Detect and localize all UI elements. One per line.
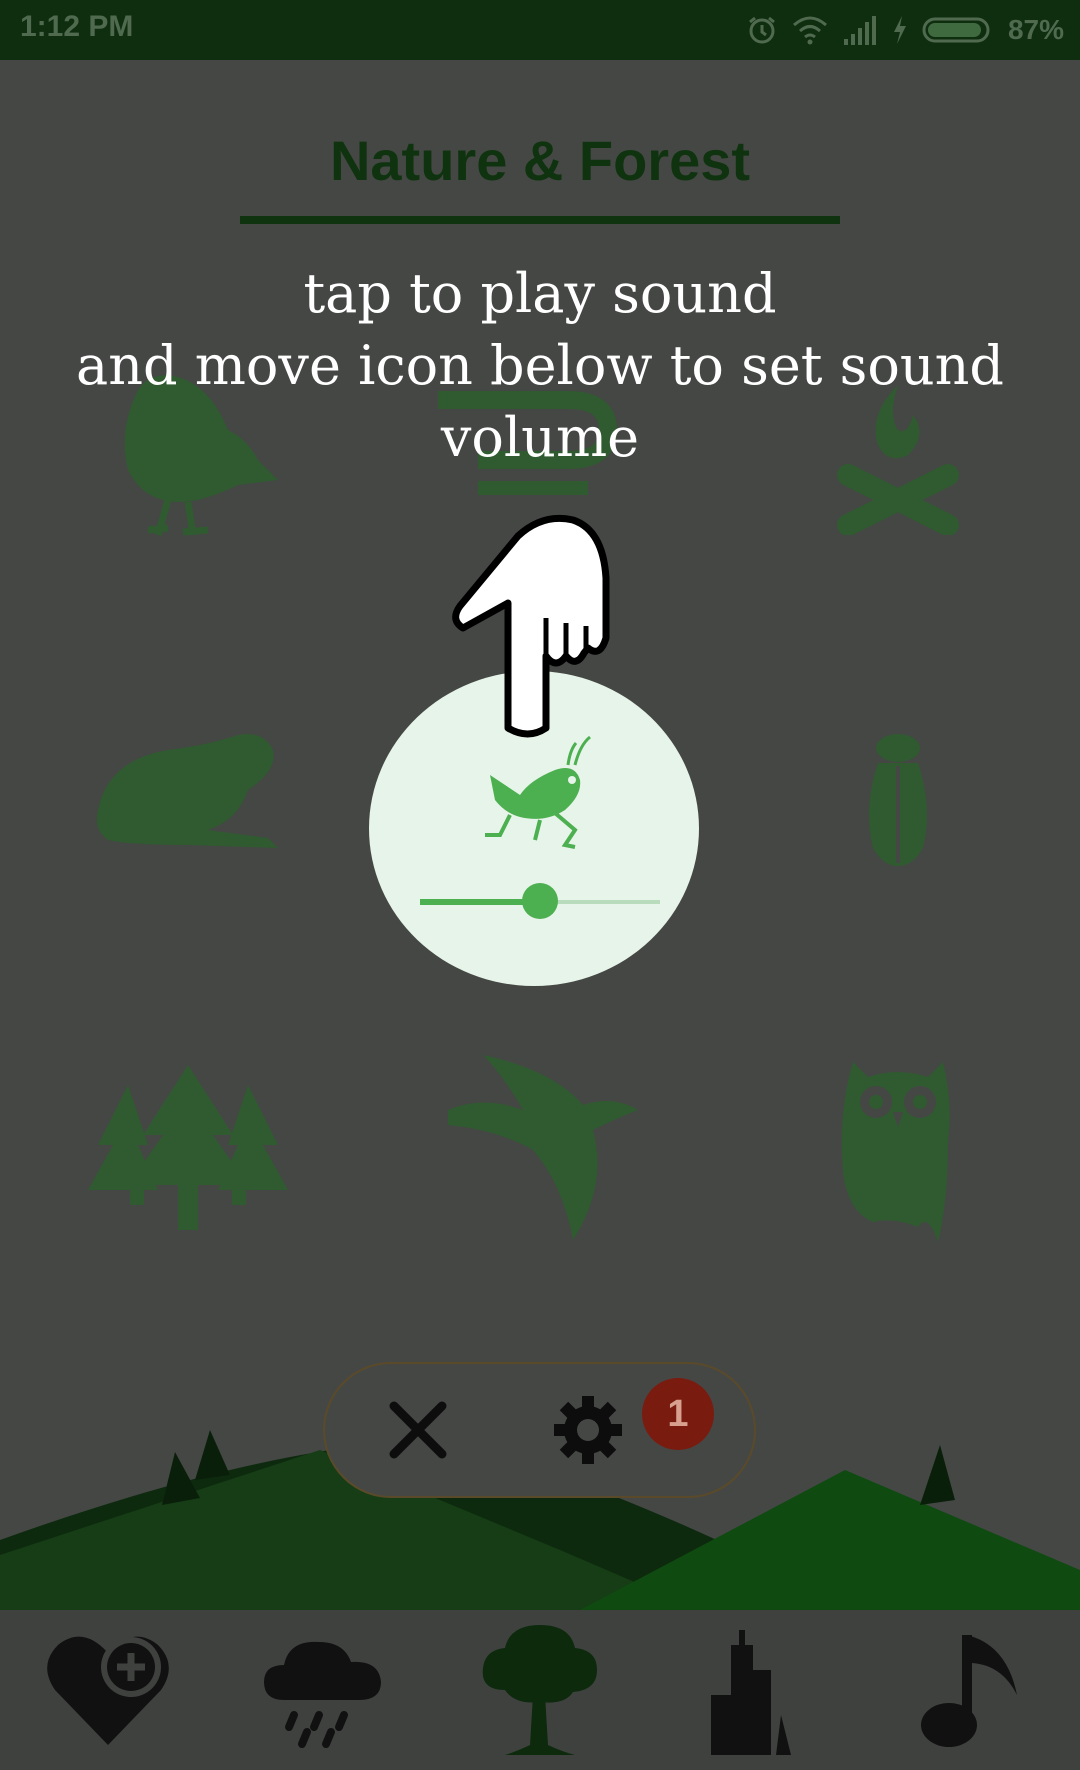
favorite-add-icon [47, 1636, 169, 1745]
title-underline [240, 216, 840, 224]
battery-percentage: 87% [1007, 14, 1064, 45]
alarm-icon [749, 16, 775, 44]
nav-item-forest[interactable] [432, 1610, 648, 1770]
rain-icon [264, 1641, 381, 1748]
wifi-icon [792, 16, 827, 45]
notification-badge[interactable]: 1 [642, 1378, 714, 1450]
page-title: Nature & Forest [329, 129, 751, 192]
frog-icon[interactable] [88, 730, 288, 860]
owl-icon[interactable] [838, 1052, 958, 1247]
city-icon [711, 1630, 791, 1755]
nav-item-rain[interactable] [216, 1610, 432, 1770]
music-note-icon [921, 1635, 1017, 1747]
tutorial-line-3: volume [440, 406, 640, 469]
volume-slider[interactable] [420, 883, 660, 919]
signal-icon [843, 16, 876, 45]
gear-icon[interactable] [548, 1390, 628, 1470]
tutorial-line-1: tap to play sound [303, 262, 777, 325]
cicada-icon[interactable] [858, 728, 938, 868]
status-time: 1:12 PM [20, 10, 134, 43]
seagull-icon[interactable] [443, 1055, 643, 1245]
close-icon[interactable] [378, 1390, 458, 1470]
tutorial-text: tap to play sound and move icon below to… [0, 258, 1080, 474]
status-bar: 1:12 PM 87% [0, 0, 1080, 60]
tree-icon [482, 1625, 597, 1755]
nav-item-favorites[interactable] [0, 1610, 216, 1770]
battery-icon [922, 17, 990, 43]
nav-item-city[interactable] [648, 1610, 864, 1770]
charging-icon [893, 16, 906, 44]
volume-thumb[interactable] [522, 883, 558, 919]
grasshopper-icon[interactable] [480, 735, 600, 855]
bottom-nav [0, 1610, 1080, 1770]
pine-trees-icon[interactable] [88, 1065, 288, 1235]
pointing-hand-icon [452, 514, 610, 738]
status-icons: 87% [746, 10, 1064, 50]
tutorial-line-2: and move icon below to set sound [76, 334, 1004, 397]
nav-item-music[interactable] [864, 1610, 1080, 1770]
